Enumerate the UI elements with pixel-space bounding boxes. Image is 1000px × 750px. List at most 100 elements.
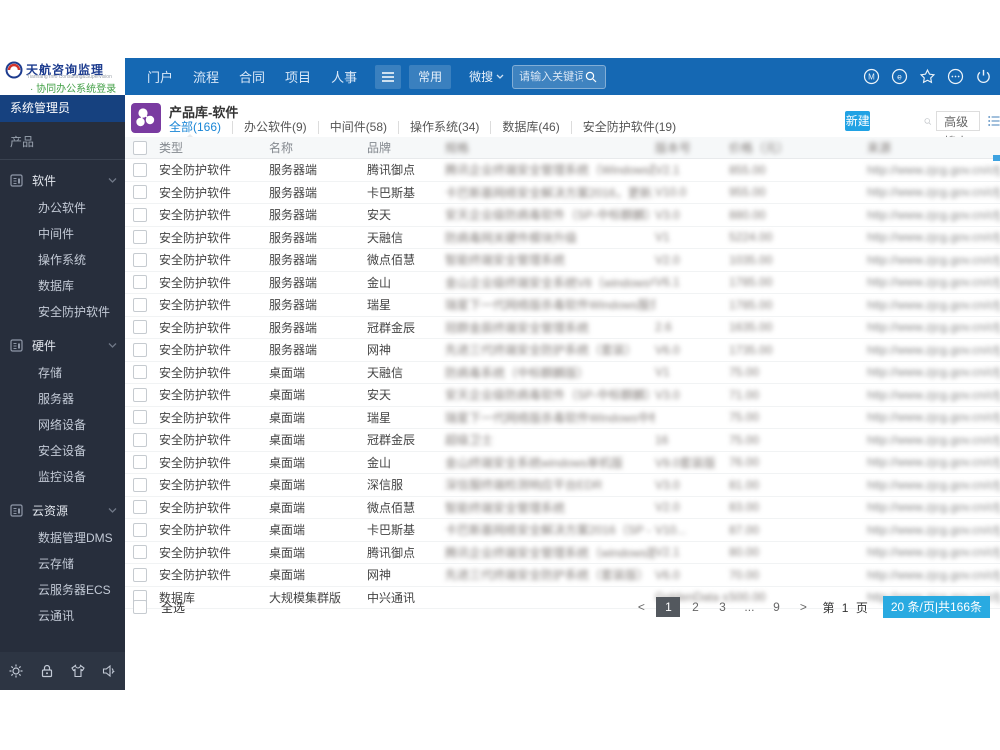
page-button-3[interactable]: 3 — [710, 597, 734, 617]
speaker-icon[interactable] — [101, 663, 117, 679]
table-row[interactable]: 安全防护软件 桌面端 网神 先进三代终端安全防护系统（套装版） V6.0 70.00 htt… — [125, 564, 1000, 587]
cell-source: http://www.zjcg.gov.cn/cfjcg/ — [867, 365, 1000, 380]
table-row[interactable]: 安全防护软件 桌面端 卡巴斯基 卡巴斯基网络安全解决方案2016（SP - 中标...… — [125, 519, 1000, 542]
sidebar-group-云资源[interactable]: 云资源 — [0, 495, 125, 525]
page-button-1[interactable]: 1 — [656, 597, 681, 617]
page-button-2[interactable]: 2 — [683, 597, 707, 617]
sidebar-item-网络设备[interactable]: 网络设备 — [0, 412, 125, 438]
table-row[interactable]: 安全防护软件 桌面端 天融信 防病毒系统（中标麒麟版） V1 75.00 http://ww… — [125, 362, 1000, 384]
message-circle-icon[interactable]: e — [891, 68, 908, 85]
table-row[interactable]: 安全防护软件 桌面端 瑞星 瑞星下一代网络版杀毒软件Windows中标版 75.00 ht… — [125, 407, 1000, 429]
table-row[interactable]: 安全防护软件 服务器端 微点佰慧 智能终端安全管理系统 V2.0 1035.00 http:… — [125, 249, 1000, 272]
row-checkbox[interactable] — [133, 342, 147, 357]
nav-item[interactable]: 门户 — [137, 67, 183, 86]
tab-办公软件(9)[interactable]: 办公软件(9) — [232, 120, 318, 134]
jump-page-input[interactable]: 1 — [842, 601, 851, 615]
tab-全部(166)[interactable]: 全部(166) — [169, 120, 232, 134]
sidebar-item-存储[interactable]: 存储 — [0, 360, 125, 386]
sidebar-item-云服务器ECS[interactable]: 云服务器ECS — [0, 577, 125, 603]
row-checkbox[interactable] — [133, 365, 147, 380]
nav-item[interactable]: 流程 — [183, 67, 229, 86]
row-checkbox[interactable] — [133, 545, 147, 560]
table-row[interactable]: 安全防护软件 服务器端 安天 安天企业级防病毒软件（SP-中标麒麟） V3.0 880.0… — [125, 204, 1000, 227]
table-row[interactable]: 安全防护软件 服务器端 瑞星 瑞星下一代网络版杀毒软件Windows服务器版 1785.… — [125, 294, 1000, 317]
sidebar-item-办公软件[interactable]: 办公软件 — [0, 195, 125, 221]
table-row[interactable]: 安全防护软件 桌面端 深信服 深信服终端检测响应平台EDR V3.0 81.00 http:… — [125, 474, 1000, 497]
sidebar-item-中间件[interactable]: 中间件 — [0, 221, 125, 247]
sidebar-item-数据管理DMS[interactable]: 数据管理DMS — [0, 525, 125, 551]
row-checkbox[interactable] — [133, 275, 147, 290]
favorites-star-icon[interactable] — [919, 68, 936, 85]
scrollbar-thumb[interactable] — [993, 155, 1000, 161]
cell-spec: 冠群金辰终端安全管理系统 — [445, 320, 590, 335]
sidebar-item-数据库[interactable]: 数据库 — [0, 273, 125, 299]
row-checkbox[interactable] — [133, 432, 147, 447]
table-row[interactable]: 安全防护软件 服务器端 金山 金山企业级终端安全系统V8（windows中标版V6.1… — [125, 272, 1000, 294]
nav-item[interactable]: 项目 — [275, 67, 321, 86]
new-record-button[interactable]: 新建 — [845, 111, 871, 131]
sidebar-item-云存储[interactable]: 云存储 — [0, 551, 125, 577]
lock-icon[interactable] — [39, 663, 55, 679]
search-scope-dropdown[interactable]: 微搜 — [469, 68, 504, 85]
row-checkbox[interactable] — [133, 567, 147, 582]
search-icon — [585, 71, 597, 82]
table-row[interactable]: 安全防护软件 服务器端 网神 先进三代终端安全防护系统（套装） V6.0 1735.00 h… — [125, 339, 1000, 362]
nav-item[interactable]: 人事 — [321, 67, 367, 86]
table-search-input[interactable] — [880, 114, 925, 128]
row-checkbox[interactable] — [133, 320, 147, 335]
table-row[interactable]: 安全防护软件 服务器端 卡巴斯基 卡巴斯基网络安全解决方案2016，更新... V10.… — [125, 182, 1000, 204]
table-row[interactable]: 安全防护软件 桌面端 金山 金山终端安全系统windows单机版 V9.0套装版 76.0… — [125, 452, 1000, 474]
global-search-input[interactable] — [517, 69, 586, 84]
table-row[interactable]: 安全防护软件 桌面端 安天 安天企业级防病毒软件（SP-中标麒麟）V3.0V3.0 71… — [125, 384, 1000, 407]
row-checkbox[interactable] — [133, 207, 147, 222]
row-checkbox[interactable] — [133, 410, 147, 425]
row-checkbox[interactable] — [133, 500, 147, 515]
list-view-toggle-icon[interactable] — [988, 114, 1000, 128]
cell-name: 服务器端 — [269, 320, 318, 335]
table-row[interactable]: 安全防护软件 桌面端 冠群金辰 超级卫士 16 75.00 http://www.zjcg.… — [125, 429, 1000, 452]
row-checkbox[interactable] — [133, 522, 147, 537]
table-row[interactable]: 安全防护软件 服务器端 天融信 防病毒网关硬件模块升级 V1 5224.00 http://… — [125, 227, 1000, 249]
row-checkbox[interactable] — [133, 455, 147, 470]
table-row[interactable]: 安全防护软件 桌面端 微点佰慧 智能终端安全管理系统 V2.0 83.00 http://w… — [125, 497, 1000, 519]
tab-数据库(46)[interactable]: 数据库(46) — [490, 120, 570, 134]
row-checkbox[interactable] — [133, 477, 147, 492]
row-checkbox[interactable] — [133, 230, 147, 245]
m-circle-icon[interactable]: M — [863, 68, 880, 85]
sidebar-item-监控设备[interactable]: 监控设备 — [0, 464, 125, 490]
power-icon[interactable] — [975, 68, 992, 85]
page-size-button[interactable]: 20 条/页|共166条 — [882, 596, 990, 618]
prev-page-button[interactable]: < — [629, 597, 653, 617]
sidebar-item-安全防护软件[interactable]: 安全防护软件 — [0, 299, 125, 325]
settings-gear-icon[interactable] — [8, 663, 24, 679]
page-button-9[interactable]: 9 — [764, 597, 788, 617]
more-circle-icon[interactable] — [947, 68, 964, 85]
row-checkbox[interactable] — [133, 162, 147, 177]
row-checkbox[interactable] — [133, 185, 147, 200]
sidebar-item-服务器[interactable]: 服务器 — [0, 386, 125, 412]
row-checkbox[interactable] — [133, 387, 147, 402]
select-all-checkbox[interactable] — [133, 600, 147, 614]
sidebar-item-云通讯[interactable]: 云通讯 — [0, 603, 125, 629]
row-checkbox[interactable] — [133, 297, 147, 312]
next-page-button[interactable]: > — [791, 597, 815, 617]
hamburger-menu-button[interactable] — [375, 64, 402, 89]
tab-中间件(58)[interactable]: 中间件(58) — [317, 120, 398, 134]
theme-shirt-icon[interactable] — [70, 663, 86, 679]
table-row[interactable]: 安全防护软件 桌面端 腾讯御点 腾讯企业终端安全管理系统（windows版）V2.1V… — [125, 542, 1000, 564]
tab-操作系统(34)[interactable]: 操作系统(34) — [398, 120, 490, 134]
sidebar-group-硬件[interactable]: 硬件 — [0, 330, 125, 360]
header-checkbox[interactable] — [133, 140, 147, 155]
oa-login-link[interactable]: · 协同办公系统登录 — [30, 80, 116, 95]
global-search-box[interactable] — [512, 64, 607, 89]
table-row[interactable]: 安全防护软件 服务器端 冠群金辰 冠群金辰终端安全管理系统 2.6 1635.00 http… — [125, 317, 1000, 339]
tab-安全防护软件(19)[interactable]: 安全防护软件(19) — [570, 120, 687, 134]
row-checkbox[interactable] — [133, 252, 147, 267]
table-row[interactable]: 安全防护软件 服务器端 腾讯御点 腾讯企业终端安全管理系统（Windows版） V2.1… — [125, 159, 1000, 182]
sidebar-group-软件[interactable]: 软件 — [0, 165, 125, 195]
sidebar-item-操作系统[interactable]: 操作系统 — [0, 247, 125, 273]
sidebar-item-安全设备[interactable]: 安全设备 — [0, 438, 125, 464]
nav-item[interactable]: 合同 — [229, 67, 275, 86]
advanced-search-button[interactable]: 高级搜索 — [936, 111, 981, 149]
pinned-menu-button[interactable]: 常用 — [409, 64, 452, 89]
